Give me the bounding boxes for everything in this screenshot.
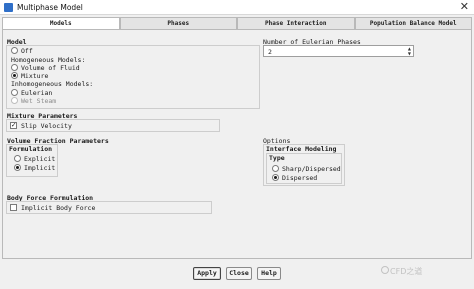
formulation-heading: Formulation	[9, 145, 53, 153]
eulerian-phases-value: 2	[268, 48, 272, 56]
off-label: Off	[21, 47, 33, 55]
explicit-radio[interactable]	[14, 155, 21, 162]
spin-down-icon[interactable]: ▼	[408, 52, 411, 56]
watermark-text: CFD之道	[390, 267, 423, 276]
watermark-icon	[381, 266, 389, 274]
dispersed-radio[interactable]	[272, 174, 279, 181]
app-icon	[4, 3, 13, 12]
close-icon[interactable]: ✕	[460, 1, 469, 13]
mixture-radio[interactable]	[11, 72, 18, 79]
slip-velocity-checkbox[interactable]: ✓	[10, 122, 17, 129]
implicit-body-force-checkbox[interactable]	[10, 204, 17, 211]
implicit-body-force-label: Implicit Body Force	[21, 204, 96, 212]
slip-velocity-label: Slip Velocity	[21, 122, 72, 130]
tab-bar: Models Phases Phase Interaction Populati…	[2, 17, 472, 29]
homogeneous-models-label: Homogeneous Models:	[11, 56, 86, 64]
wet-steam-radio	[11, 97, 18, 104]
implicit-label: Implicit	[24, 164, 56, 172]
help-button[interactable]: Help	[257, 267, 281, 280]
explicit-label: Explicit	[24, 155, 56, 163]
volume-of-fluid-radio[interactable]	[11, 64, 18, 71]
window-title: Multiphase Model	[17, 3, 83, 12]
inhomogeneous-models-label: Inhomogeneous Models:	[11, 80, 94, 88]
apply-button[interactable]: Apply	[193, 267, 221, 280]
off-radio[interactable]	[11, 47, 18, 54]
sharp-dispersed-label: Sharp/Dispersed	[282, 165, 341, 173]
tab-models[interactable]: Models	[2, 17, 120, 29]
eulerian-label: Eulerian	[21, 89, 53, 97]
tab-population-balance-model[interactable]: Population Balance Model	[354, 17, 472, 29]
sharp-dispersed-radio[interactable]	[272, 165, 279, 172]
implicit-radio[interactable]	[14, 164, 21, 171]
mixture-label: Mixture	[21, 72, 49, 80]
interface-modeling-heading: Interface Modeling	[266, 145, 337, 153]
volume-of-fluid-label: Volume of Fluid	[21, 64, 80, 72]
close-button[interactable]: Close	[226, 267, 252, 280]
type-heading: Type	[269, 154, 285, 162]
tab-phase-interaction[interactable]: Phase Interaction	[237, 17, 355, 29]
eulerian-radio[interactable]	[11, 89, 18, 96]
title-bar: Multiphase Model ✕	[0, 0, 474, 15]
model-heading: Model	[7, 38, 27, 46]
dispersed-label: Dispersed	[282, 174, 318, 182]
tab-phases[interactable]: Phases	[119, 17, 237, 29]
eulerian-phases-spinner[interactable]: 2 ▲ ▼	[263, 45, 414, 57]
wet-steam-label: Wet Steam	[21, 97, 57, 105]
